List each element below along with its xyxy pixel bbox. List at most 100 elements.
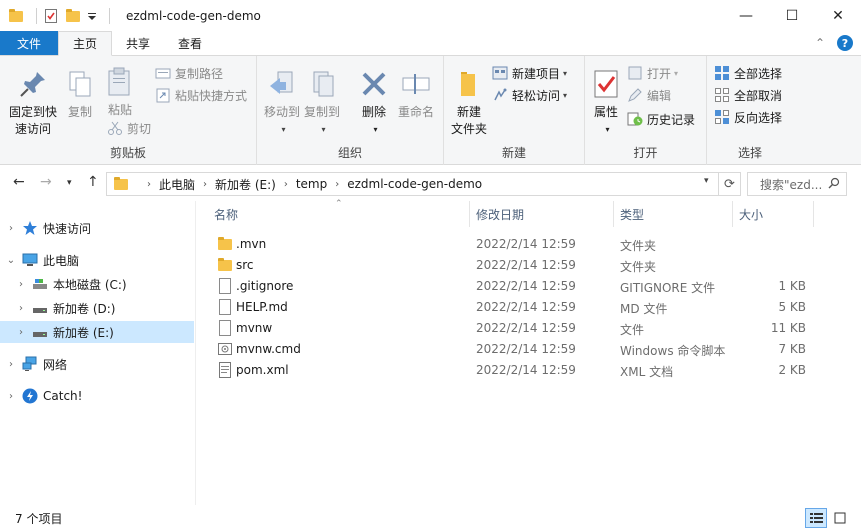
tab-view[interactable]: 查看 — [164, 31, 216, 55]
table-row[interactable]: HELP.md 2022/2/14 12:59 MD 文件 5 KB — [197, 297, 861, 318]
new-folder-button[interactable]: 新建 文件夹 — [449, 68, 489, 138]
nav-item-drive-e[interactable]: › 新加卷 (E:) — [0, 321, 194, 343]
column-separator[interactable] — [732, 201, 733, 227]
file-icon — [217, 320, 233, 336]
rename-button[interactable]: 重命名 — [394, 68, 438, 121]
table-row[interactable]: .mvn 2022/2/14 12:59 文件夹 — [197, 234, 861, 255]
select-all-button[interactable]: 全部选择 — [714, 63, 782, 83]
refresh-icon[interactable]: ⟳ — [719, 172, 741, 196]
dropdown-caret-icon: ▾ — [281, 125, 286, 134]
cut-button[interactable]: 剪切 — [107, 118, 151, 138]
column-header-type[interactable]: 类型 — [620, 201, 732, 227]
table-row[interactable]: pom.xml 2022/2/14 12:59 XML 文档 2 KB — [197, 360, 861, 381]
ribbon-collapse-icon[interactable]: ⌃ — [815, 36, 825, 50]
delete-button[interactable]: 删除 ▾ — [354, 68, 394, 138]
group-label-clipboard: 剪贴板 — [109, 146, 146, 160]
history-icon — [627, 111, 643, 127]
nav-item-catch[interactable]: › Catch! — [0, 385, 194, 407]
maximize-button[interactable]: ☐ — [769, 0, 815, 31]
drive-icon — [32, 276, 48, 292]
open-button[interactable]: 打开 ▾ — [627, 63, 678, 83]
history-button[interactable]: 历史记录 — [627, 109, 695, 129]
large-icons-view-icon[interactable] — [829, 508, 851, 528]
customize-dropdown-icon[interactable] — [87, 8, 97, 24]
cmd-file-icon — [217, 341, 233, 357]
file-list: ⌃ 名称 修改日期 类型 大小 .mvn 2022/2/14 12:59 文件夹… — [197, 199, 861, 505]
open-group: 属性 ▾ 打开 ▾ 编辑 历史记录 打开 — [585, 56, 707, 165]
dropdown-caret-icon: ▾ — [373, 125, 378, 134]
invert-selection-button[interactable]: 反向选择 — [714, 107, 782, 127]
breadcrumb-drive-e[interactable]: 新加卷 (E:) — [215, 176, 276, 193]
minimize-button[interactable]: — — [723, 0, 769, 31]
nav-item-drive-c[interactable]: › 本地磁盘 (C:) — [0, 273, 194, 295]
search-input[interactable]: 搜索"ezd... — [747, 172, 847, 196]
close-button[interactable]: ✕ — [815, 0, 861, 31]
properties-button[interactable]: 属性 ▾ — [590, 68, 622, 138]
address-bar[interactable]: › 此电脑 › 新加卷 (E:) › temp › ezdml-code-gen… — [106, 172, 719, 196]
rename-icon — [400, 68, 432, 100]
forward-arrow-icon[interactable]: → — [40, 174, 52, 190]
properties-checklist-icon[interactable] — [43, 8, 59, 24]
nav-item-this-pc[interactable]: ⌄ 此电脑 — [0, 249, 194, 271]
column-separator[interactable] — [469, 201, 470, 227]
scissors-icon — [107, 120, 123, 136]
address-dropdown-icon[interactable]: ▾ — [704, 176, 709, 186]
chevron-right-icon[interactable]: › — [4, 359, 18, 370]
edit-button[interactable]: 编辑 — [627, 85, 671, 105]
breadcrumb-temp[interactable]: temp — [296, 177, 327, 191]
new-group: 新建 文件夹 新建项目 ▾ 轻松访问 ▾ 新建 — [444, 56, 585, 165]
chevron-right-icon[interactable]: › — [4, 391, 18, 402]
chevron-right-icon[interactable]: › — [14, 279, 28, 290]
tab-share[interactable]: 共享 — [112, 31, 164, 55]
column-header-size[interactable]: 大小 — [739, 201, 813, 227]
chevron-right-icon[interactable]: › — [14, 327, 28, 338]
chevron-right-icon[interactable]: › — [14, 303, 28, 314]
table-row[interactable]: .gitignore 2022/2/14 12:59 GITIGNORE 文件 … — [197, 276, 861, 297]
column-header-date[interactable]: 修改日期 — [476, 201, 613, 227]
up-arrow-icon[interactable]: ↑ — [87, 174, 99, 190]
easy-access-button[interactable]: 轻松访问 ▾ — [492, 85, 567, 105]
dropdown-caret-icon: ▾ — [563, 90, 568, 100]
new-folder-icon[interactable] — [65, 8, 81, 24]
breadcrumb-current-folder[interactable]: ezdml-code-gen-demo — [347, 177, 482, 191]
breadcrumb-this-pc[interactable]: 此电脑 — [159, 176, 195, 193]
copy-button[interactable]: 复制 — [64, 68, 96, 121]
recent-locations-chevron-icon[interactable]: ▾ — [67, 178, 72, 188]
copy-to-button[interactable]: 复制到 ▾ — [302, 68, 342, 138]
column-separator[interactable] — [613, 201, 614, 227]
column-header-name[interactable]: 名称 — [214, 201, 469, 227]
tab-file[interactable]: 文件 — [0, 31, 58, 55]
tab-home[interactable]: 主页 — [58, 31, 113, 56]
chevron-down-icon[interactable]: ⌄ — [4, 255, 18, 266]
breadcrumb-separator-icon[interactable]: › — [284, 179, 288, 190]
quick-access-toolbar — [0, 0, 116, 31]
table-row[interactable]: mvnw.cmd 2022/2/14 12:59 Windows 命令脚本 7 … — [197, 339, 861, 360]
back-arrow-icon[interactable]: ← — [13, 174, 25, 190]
copy-path-button[interactable]: 复制路径 — [155, 63, 223, 83]
folder-icon[interactable] — [8, 8, 24, 24]
table-row[interactable]: src 2022/2/14 12:59 文件夹 — [197, 255, 861, 276]
breadcrumb-separator-icon[interactable]: › — [203, 179, 207, 190]
table-row[interactable]: mvnw 2022/2/14 12:59 文件 11 KB — [197, 318, 861, 339]
breadcrumb-separator-icon[interactable]: › — [147, 179, 151, 190]
paste-shortcut-button[interactable]: 粘贴快捷方式 — [155, 85, 247, 105]
ribbon: 固定到快 速访问 复制 粘贴 复制路径 粘贴快捷方式 剪切 剪贴板 移动到 ▾ … — [0, 56, 861, 165]
move-to-icon — [266, 68, 298, 100]
select-none-button[interactable]: 全部取消 — [714, 85, 782, 105]
search-icon[interactable] — [828, 177, 840, 192]
organize-group: 移动到 ▾ 复制到 ▾ 删除 ▾ 重命名 组织 — [257, 56, 444, 165]
nav-item-drive-d[interactable]: › 新加卷 (D:) — [0, 297, 194, 319]
help-icon[interactable]: ? — [837, 35, 853, 51]
breadcrumb-separator-icon[interactable]: › — [335, 179, 339, 190]
nav-item-network[interactable]: › 网络 — [0, 353, 194, 375]
move-to-button[interactable]: 移动到 ▾ — [262, 68, 302, 138]
file-icon — [217, 278, 233, 294]
star-icon — [22, 220, 38, 236]
pin-to-quick-access-button[interactable]: 固定到快 速访问 — [5, 68, 61, 138]
column-separator[interactable] — [813, 201, 814, 227]
details-view-icon[interactable] — [805, 508, 827, 528]
chevron-right-icon[interactable]: › — [4, 223, 18, 234]
nav-item-quick-access[interactable]: › 快速访问 — [0, 217, 194, 239]
new-item-button[interactable]: 新建项目 ▾ — [492, 63, 567, 83]
paste-button[interactable]: 粘贴 — [104, 66, 136, 119]
